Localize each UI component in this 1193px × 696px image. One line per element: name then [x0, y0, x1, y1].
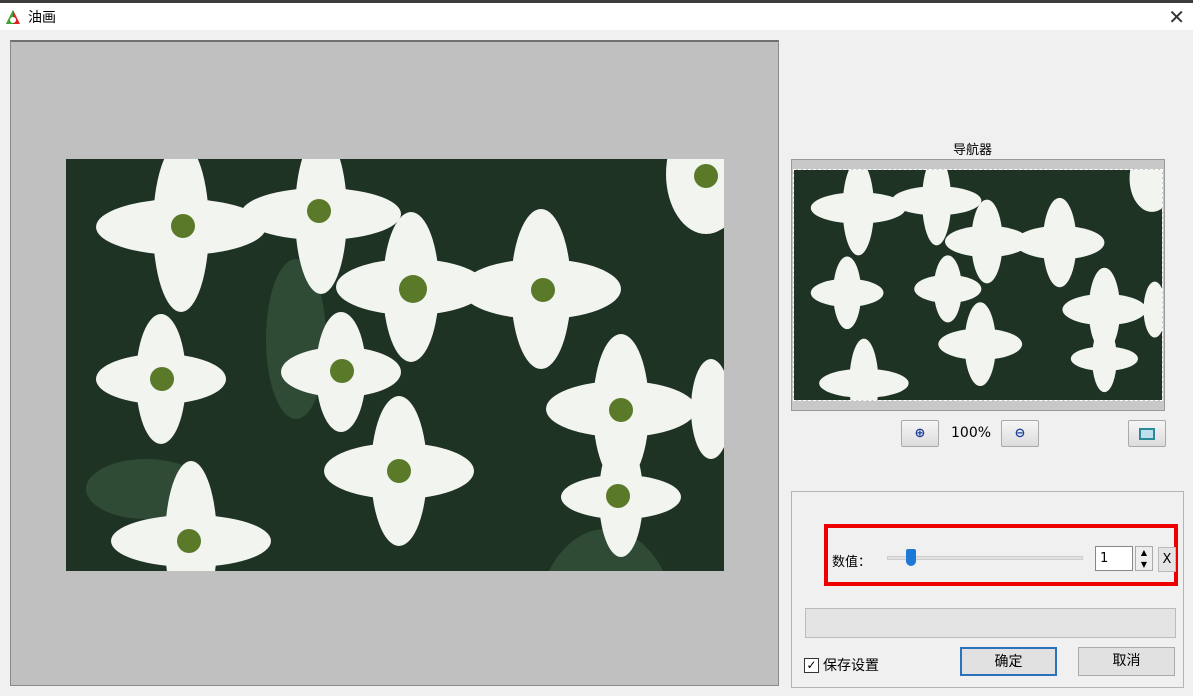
title-bar: 油画 ✕ [0, 3, 1193, 30]
navigator-thumbnail[interactable] [793, 169, 1163, 401]
save-settings-label: 保存设置 [823, 658, 879, 674]
zoom-in-icon: ⊕ [914, 426, 926, 441]
close-icon[interactable]: ✕ [1168, 5, 1185, 29]
save-settings-checkbox[interactable]: ✓ 保存设置 [804, 655, 879, 675]
spin-up-icon[interactable]: ▲ [1136, 547, 1152, 559]
value-slider-thumb[interactable] [906, 549, 916, 566]
preview-image [66, 159, 724, 571]
progress-bar [805, 608, 1176, 638]
zoom-level: 100% [951, 425, 992, 441]
value-input[interactable] [1095, 546, 1133, 571]
value-spinner[interactable]: ▲ ▼ [1135, 546, 1153, 571]
cancel-button[interactable]: 取消 [1078, 647, 1175, 676]
fit-to-window-button[interactable] [1128, 420, 1166, 447]
spin-down-icon[interactable]: ▼ [1136, 559, 1152, 571]
fit-screen-icon [1139, 427, 1155, 440]
zoom-out-icon: ⊖ [1014, 426, 1026, 441]
value-label: 数值： [832, 555, 872, 570]
navigator-panel [791, 159, 1165, 411]
preview-area [10, 40, 779, 686]
window-title: 油画 [28, 9, 56, 26]
value-slider-track[interactable] [887, 556, 1083, 560]
reset-button[interactable]: X [1158, 547, 1176, 572]
ok-button[interactable]: 确定 [960, 647, 1057, 676]
checkbox-check-icon[interactable]: ✓ [804, 657, 819, 673]
navigator-label: 导航器 [953, 143, 993, 158]
app-icon [6, 9, 20, 24]
zoom-in-button[interactable]: ⊕ [901, 420, 939, 447]
zoom-out-button[interactable]: ⊖ [1001, 420, 1039, 447]
